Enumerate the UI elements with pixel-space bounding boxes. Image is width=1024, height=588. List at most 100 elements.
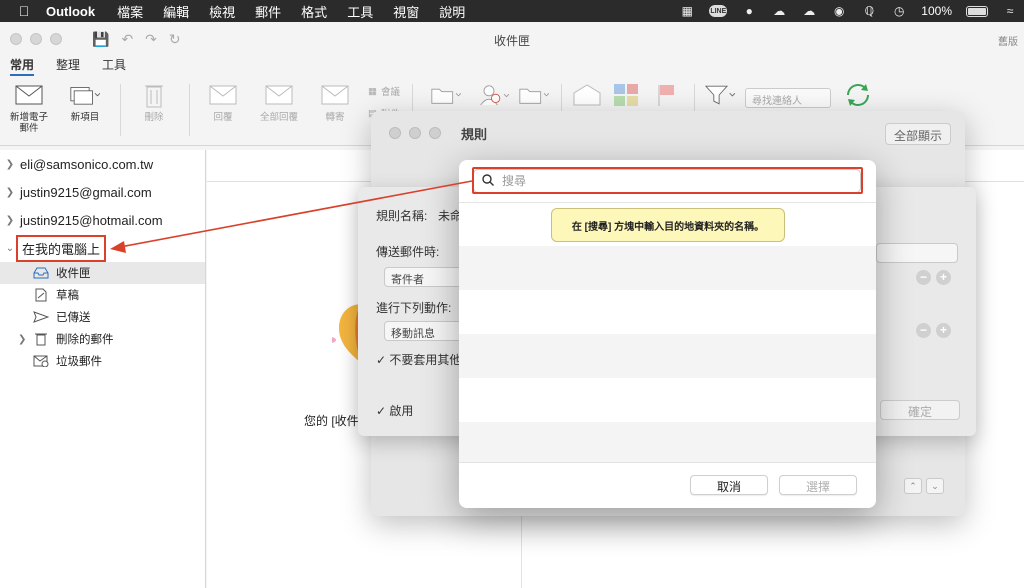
tab-tools[interactable]: 工具 [102, 56, 126, 76]
folder-drafts[interactable]: 草稿 [0, 284, 205, 306]
folder-deleted[interactable]: ❯ 刪除的郵件 [0, 328, 205, 350]
assign-button[interactable] [479, 82, 509, 112]
add-condition-button[interactable]: + [936, 270, 951, 285]
remove-action-button[interactable]: − [916, 323, 931, 338]
enable-checkbox[interactable]: ✓ 啟用 [376, 402, 413, 419]
dont-apply-checkbox[interactable]: ✓ 不要套用其他 [376, 351, 461, 368]
delete-button[interactable]: 刪除 [131, 82, 177, 123]
cancel-button[interactable]: 取消 [690, 475, 768, 495]
action-move-popup[interactable]: 移動訊息 [384, 321, 464, 341]
divider [459, 202, 876, 203]
list-item[interactable] [459, 422, 876, 466]
scroll-up-button[interactable]: ⌃ [904, 478, 922, 494]
close-dialog-button[interactable] [389, 127, 401, 139]
new-item-button[interactable]: 新項目 [62, 82, 108, 123]
menu-app-name[interactable]: Outlook [34, 4, 107, 19]
folder-inbox[interactable]: 收件匣 [0, 262, 205, 284]
condition-scope-popup[interactable] [876, 243, 958, 263]
chevron-down-icon[interactable]: ⌄ [0, 243, 20, 254]
battery-icon[interactable] [966, 5, 988, 17]
save-icon[interactable]: 💾 [92, 31, 109, 48]
chevron-right-icon[interactable]: ❯ [0, 215, 20, 226]
reply-all-button[interactable]: 全部回覆 [256, 82, 302, 123]
tab-home[interactable]: 常用 [10, 56, 35, 76]
apple-menu-icon[interactable]:  [14, 3, 34, 19]
folder-sent[interactable]: 已傳送 [0, 306, 205, 328]
forward-icon [320, 82, 350, 108]
action-label: 進行下列動作: [376, 301, 452, 315]
wechat-icon[interactable]: ● [741, 4, 757, 18]
read-unread-button[interactable] [572, 82, 602, 112]
list-item[interactable] [459, 334, 876, 378]
zoom-dialog-button[interactable] [429, 127, 441, 139]
menu-help[interactable]: 說明 [429, 2, 475, 21]
new-email-button[interactable]: 新增電子郵件 [6, 82, 52, 134]
ribbon-separator [189, 84, 190, 136]
chevron-right-icon[interactable]: ❯ [18, 334, 26, 345]
menu-window[interactable]: 視窗 [383, 2, 429, 21]
grammarly-icon[interactable]: ◉ [831, 4, 847, 18]
open-envelope-icon [572, 82, 602, 108]
move-to-folder-button[interactable] [519, 82, 549, 112]
empty-folder-message: 您的 [收件 [304, 414, 359, 428]
tab-organize[interactable]: 整理 [56, 56, 80, 76]
reply-button[interactable]: 回覆 [200, 82, 246, 123]
legacy-label[interactable]: 舊版 [998, 33, 1018, 48]
checkmark-icon: ✓ [376, 353, 387, 367]
close-window-button[interactable] [10, 33, 22, 45]
list-item[interactable] [459, 246, 876, 290]
account-on-my-computer[interactable]: ⌄ 在我的電腦上 [0, 234, 205, 262]
condition-sender-popup[interactable]: 寄件者 [384, 267, 464, 287]
menu-format[interactable]: 格式 [291, 2, 337, 21]
add-action-button[interactable]: + [936, 323, 951, 338]
folder-search-field[interactable] [473, 169, 861, 193]
account-gmail[interactable]: ❯ justin9215@gmail.com [0, 178, 205, 206]
account-eli[interactable]: ❯ eli@samsonico.com.tw [0, 150, 205, 178]
list-item[interactable] [459, 378, 876, 422]
remove-condition-button[interactable]: − [916, 270, 931, 285]
scroll-down-button[interactable]: ⌄ [926, 478, 944, 494]
chevron-right-icon[interactable]: ❯ [0, 187, 20, 198]
time-machine-icon[interactable]: ◷ [891, 4, 907, 18]
folder-junk[interactable]: 垃圾郵件 [0, 350, 205, 372]
list-item[interactable] [459, 290, 876, 334]
meeting-button[interactable]: ▦ 會議 [368, 84, 400, 99]
search-contacts-input[interactable]: 尋找連絡人 [745, 88, 831, 108]
zoom-window-button[interactable] [50, 33, 62, 45]
menu-edit[interactable]: 編輯 [153, 2, 199, 21]
ok-button[interactable]: 確定 [880, 400, 960, 420]
menu-mail[interactable]: 郵件 [245, 2, 291, 21]
chevron-right-icon[interactable]: ❯ [0, 159, 20, 170]
follow-up-button[interactable] [652, 82, 682, 112]
account-hotmail[interactable]: ❯ justin9215@hotmail.com [0, 206, 205, 234]
menu-file[interactable]: 檔案 [107, 2, 153, 21]
folder-results-list [459, 246, 876, 466]
filter-button[interactable] [705, 82, 735, 112]
choose-folder-popup: 在 [搜尋] 方塊中輸入目的地資料夾的名稱。 取消 選擇 [459, 160, 876, 508]
menu-view[interactable]: 檢視 [199, 2, 245, 21]
grid-app-icon[interactable]: ▦ [679, 4, 695, 18]
line-app-icon[interactable]: LINE [709, 5, 728, 17]
categorize-button[interactable] [612, 82, 642, 112]
bluetooth-icon[interactable]: ℚ [861, 4, 877, 18]
wifi-icon[interactable]: ≈ [1002, 4, 1018, 18]
refresh-icon [843, 82, 873, 108]
send-receive-button[interactable] [843, 82, 873, 112]
show-all-button[interactable]: 全部顯示 [884, 123, 951, 145]
cloud-icon[interactable]: ☁ [771, 4, 787, 18]
undo-icon[interactable]: ↶ [121, 31, 133, 48]
sync-icon[interactable]: ↻ [169, 31, 181, 48]
dialog-window-controls [389, 127, 441, 139]
minimize-dialog-button[interactable] [409, 127, 421, 139]
paper-plane-icon [32, 311, 50, 323]
search-input[interactable] [502, 174, 842, 188]
cloud-sync-icon[interactable]: ☁ [801, 4, 817, 18]
minimize-window-button[interactable] [30, 33, 42, 45]
rules-title: 規則 [461, 126, 488, 142]
redo-icon[interactable]: ↷ [145, 31, 157, 48]
popup-footer: 取消 選擇 [459, 462, 876, 508]
choose-button[interactable]: 選擇 [779, 475, 857, 495]
forward-button[interactable]: 轉寄 [312, 82, 358, 123]
menu-tools[interactable]: 工具 [337, 2, 383, 21]
reply-icon [208, 82, 238, 108]
